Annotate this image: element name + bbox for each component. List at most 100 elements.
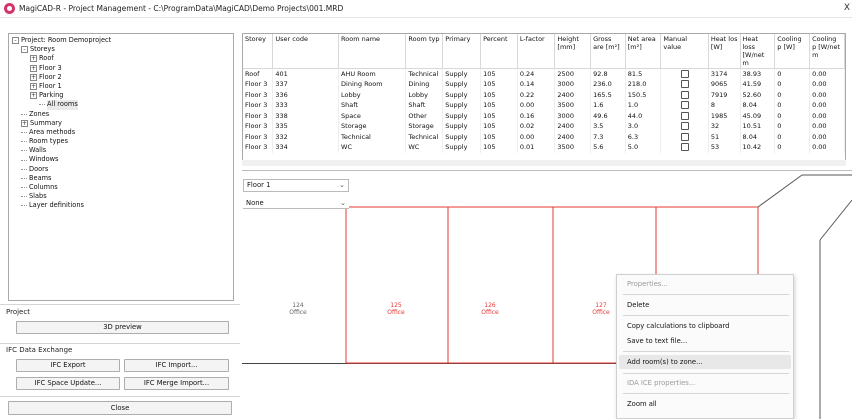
tree-node[interactable]: Walls bbox=[12, 146, 230, 155]
table-row[interactable]: Roof 401 AHU Room Technical Supply 105 0.24 250… bbox=[243, 68, 845, 79]
tree-node[interactable]: + Floor 3 bbox=[12, 64, 230, 73]
column-header[interactable]: Heat loss [W/net m bbox=[740, 34, 776, 69]
table-row[interactable]: Floor 3 334 WC WC Supply 105 0.01 3500 5.6 5.0 53 1… bbox=[243, 142, 845, 153]
room-label[interactable]: 124 Office bbox=[283, 302, 313, 316]
room-label[interactable]: 126 Office bbox=[475, 302, 505, 316]
table-cell: 41.59 bbox=[740, 79, 776, 90]
table-cell: 38.93 bbox=[740, 68, 776, 79]
tree-node[interactable]: All rooms bbox=[12, 100, 230, 110]
collapse-icon[interactable]: - bbox=[21, 46, 28, 54]
expand-icon[interactable]: + bbox=[30, 73, 37, 81]
manual-value-checkbox[interactable] bbox=[680, 111, 689, 120]
table-cell: 0.16 bbox=[517, 110, 556, 121]
project-tree[interactable]: - Project: Room Demoproject - Storeys + Roof +… bbox=[8, 33, 234, 301]
tree-node[interactable]: Zones bbox=[12, 110, 230, 119]
expand-icon[interactable]: + bbox=[30, 83, 37, 91]
tree-connector bbox=[21, 131, 27, 133]
tree-node[interactable]: Windows bbox=[12, 155, 230, 164]
collapse-icon[interactable]: - bbox=[12, 37, 19, 45]
column-header[interactable]: Cooling p [W] bbox=[774, 34, 811, 69]
ifc-merge-import-button[interactable]: IFC Merge Import... bbox=[124, 377, 229, 390]
layer-select[interactable]: None ⌄ bbox=[243, 198, 349, 209]
tree-node[interactable]: - Project: Room Demoproject bbox=[12, 36, 230, 45]
3d-preview-button[interactable]: 3D preview bbox=[16, 321, 229, 334]
expand-icon[interactable]: + bbox=[21, 119, 28, 127]
table-row[interactable]: Floor 3 337 Dining Room Dining Supply 105 0.14… bbox=[243, 79, 845, 90]
table-row[interactable]: Floor 3 333 Shaft Shaft Supply 105 0.00 3500 1.6… bbox=[243, 100, 845, 111]
tree-node[interactable]: + Parking bbox=[12, 91, 230, 100]
expand-icon[interactable]: + bbox=[30, 92, 37, 100]
tree-node[interactable]: + Floor 2 bbox=[12, 73, 230, 82]
column-header[interactable]: User code bbox=[272, 34, 340, 69]
room-label[interactable]: 127 Office bbox=[586, 302, 616, 316]
table-cell: 81.5 bbox=[625, 68, 662, 79]
table-row[interactable]: Floor 3 332 Technical Technical Supply 105 0.0… bbox=[243, 131, 845, 142]
manual-value-checkbox[interactable] bbox=[680, 132, 689, 141]
menu-item-ida-ice[interactable]: IDA ICE properties... bbox=[627, 379, 695, 387]
manual-value-checkbox[interactable] bbox=[680, 70, 689, 78]
expand-icon[interactable]: + bbox=[30, 55, 37, 63]
tree-node[interactable]: - Storeys bbox=[12, 45, 230, 54]
column-header[interactable]: Storey bbox=[243, 34, 274, 69]
menu-item-zoom-all[interactable]: Zoom all bbox=[627, 400, 657, 408]
manual-value-checkbox[interactable] bbox=[680, 80, 689, 89]
menu-item-copy-calculations[interactable]: Copy calculations to clipboard bbox=[627, 322, 729, 330]
menu-item-save-text[interactable]: Save to text file... bbox=[627, 337, 687, 345]
table-cell: 105 bbox=[480, 100, 518, 111]
window-title: MagiCAD-R - Project Management - C:\Prog… bbox=[19, 4, 344, 13]
room-125-outline bbox=[345, 206, 449, 364]
tree-node[interactable]: Beams bbox=[12, 174, 230, 183]
floor-select[interactable]: Floor 1 ⌄ bbox=[243, 179, 349, 192]
tree-node[interactable]: Room types bbox=[12, 137, 230, 146]
ifc-space-update-button[interactable]: IFC Space Update... bbox=[16, 377, 120, 390]
column-header[interactable]: Heat los [W] bbox=[708, 34, 741, 69]
table-cell: 2400 bbox=[554, 89, 592, 100]
expand-icon[interactable]: + bbox=[30, 64, 37, 72]
rooms-table[interactable]: Storey User code Room name Room typ Primary P… bbox=[242, 33, 846, 161]
table-row[interactable]: Floor 3 335 Storage Storage Supply 105 0.02 240… bbox=[243, 121, 845, 132]
menu-item-add-to-zone[interactable]: Add room(s) to zone... bbox=[627, 358, 703, 366]
menu-item-properties[interactable]: Properties... bbox=[627, 280, 668, 288]
column-header[interactable]: Room name bbox=[338, 34, 407, 69]
tree-connector bbox=[21, 150, 27, 152]
column-header[interactable]: Height [mm] bbox=[554, 34, 592, 69]
table-cell: 8 bbox=[708, 100, 741, 111]
table-cell: 0.00 bbox=[809, 100, 845, 111]
tree-node[interactable]: + Summary bbox=[12, 119, 230, 128]
close-icon[interactable]: X bbox=[844, 3, 850, 13]
tree-node[interactable]: + Floor 1 bbox=[12, 82, 230, 91]
menu-separator bbox=[623, 351, 789, 352]
close-button[interactable]: Close bbox=[8, 401, 232, 415]
table-cell: 0.00 bbox=[809, 142, 845, 153]
tree-node[interactable]: Layer definitions bbox=[12, 201, 230, 210]
column-header[interactable]: Cooling p [W/net m bbox=[809, 34, 845, 69]
manual-value-checkbox[interactable] bbox=[680, 143, 689, 152]
manual-value-checkbox[interactable] bbox=[680, 101, 689, 110]
tree-node[interactable]: Slabs bbox=[12, 192, 230, 201]
manual-value-checkbox[interactable] bbox=[680, 90, 689, 99]
column-header[interactable]: Percent bbox=[480, 34, 518, 69]
table-cell: 337 bbox=[272, 79, 340, 90]
table-cell bbox=[660, 79, 709, 90]
menu-item-delete[interactable]: Delete bbox=[627, 301, 649, 309]
table-cell: 44.0 bbox=[625, 110, 662, 121]
table-row[interactable]: Floor 3 338 Space Other Supply 105 0.16 3000 49.… bbox=[243, 110, 845, 121]
table-cell: Lobby bbox=[338, 89, 407, 100]
title-bar: MagiCAD-R - Project Management - C:\Prog… bbox=[0, 0, 852, 18]
ifc-import-button[interactable]: IFC Import... bbox=[124, 359, 229, 372]
column-header[interactable]: Net area [m²] bbox=[625, 34, 662, 69]
manual-value-checkbox[interactable] bbox=[680, 122, 689, 131]
room-label[interactable]: 125 Office bbox=[381, 302, 411, 316]
tree-node[interactable]: Doors bbox=[12, 165, 230, 174]
column-header[interactable]: L-factor bbox=[517, 34, 556, 69]
tree-node[interactable]: + Roof bbox=[12, 54, 230, 63]
horizontal-scrollbar[interactable] bbox=[242, 160, 846, 166]
table-row[interactable]: Floor 3 336 Lobby Lobby Supply 105 0.22 2400 165… bbox=[243, 89, 845, 100]
tree-node[interactable]: Area methods bbox=[12, 128, 230, 137]
column-header[interactable]: Primary bbox=[442, 34, 482, 69]
tree-node[interactable]: Columns bbox=[12, 183, 230, 192]
column-header[interactable]: Room typ bbox=[405, 34, 444, 69]
column-header[interactable]: Manual value bbox=[660, 34, 709, 69]
ifc-export-button[interactable]: IFC Export bbox=[16, 359, 120, 372]
column-header[interactable]: Gross are [m²] bbox=[590, 34, 626, 69]
